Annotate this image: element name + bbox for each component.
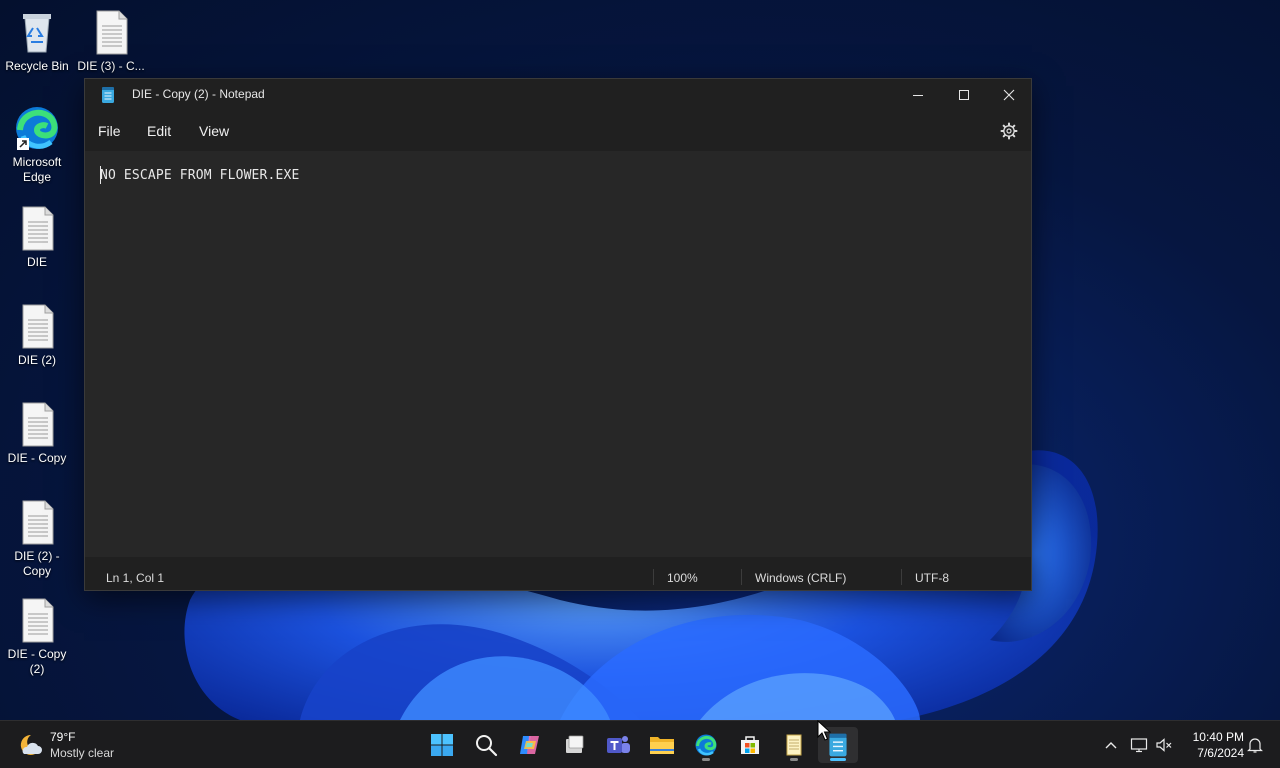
teams-button[interactable] [598, 727, 638, 763]
running-indicator [702, 758, 710, 761]
desktop-icon-label: DIE - Copy (2) [7, 647, 67, 676]
network-button[interactable] [1128, 721, 1150, 768]
chevron-up-icon [1105, 742, 1117, 749]
text-file-icon [22, 402, 54, 447]
title-bar[interactable]: DIE - Copy (2) - Notepad [85, 79, 1031, 111]
weather-temperature: 79°F [50, 730, 76, 744]
clock-time: 10:40 PM [1192, 730, 1244, 744]
desktop-icon-die-2-copy[interactable]: DIE (2) - Copy [0, 498, 74, 579]
desktop-icon-label: DIE [26, 255, 47, 269]
text-file-icon [96, 10, 128, 55]
weather-widget[interactable]: 79°F Mostly clear [16, 729, 156, 761]
desktop-icon-label: DIE (2) - Copy [14, 549, 60, 578]
active-indicator [830, 758, 846, 761]
network-icon [1130, 738, 1148, 753]
status-encoding[interactable]: UTF-8 [915, 571, 949, 585]
notification-icon [1247, 738, 1263, 753]
edge-icon [16, 107, 58, 150]
desktop-icon-label: DIE (3) - C... [77, 59, 145, 73]
status-line-ending[interactable]: Windows (CRLF) [755, 571, 846, 585]
store-icon [741, 736, 759, 754]
gear-icon[interactable] [1000, 122, 1018, 140]
text-editor[interactable]: NO ESCAPE FROM FLOWER.EXE [85, 151, 1031, 557]
edge-taskbar-button[interactable] [686, 727, 726, 763]
text-file-icon [22, 500, 54, 545]
task-view-icon [566, 735, 584, 753]
status-bar: Ln 1, Col 1 100% Windows (CRLF) UTF-8 [85, 557, 1031, 590]
desktop-icon-die-3-copy[interactable]: DIE (3) - C... [74, 8, 148, 74]
notepad-icon [102, 87, 114, 103]
mouse-pointer-icon [817, 720, 831, 741]
task-view-button[interactable] [554, 727, 594, 763]
search-icon [476, 735, 498, 757]
copilot-icon [520, 736, 539, 754]
close-button[interactable] [986, 79, 1032, 111]
volume-button[interactable] [1153, 721, 1175, 768]
notepad-window: DIE - Copy (2) - Notepad File Edit View [84, 78, 1032, 591]
copilot-button[interactable] [510, 727, 550, 763]
desktop-icon-die-copy-2[interactable]: DIE - Copy (2) [0, 596, 74, 677]
file-explorer-icon [650, 737, 674, 754]
status-divider [741, 569, 742, 585]
desktop-icon-label: Recycle Bin [5, 59, 69, 73]
minimize-button[interactable] [895, 79, 941, 111]
status-position: Ln 1, Col 1 [106, 571, 165, 585]
desktop-icon-label: DIE - Copy [7, 451, 67, 465]
minimize-icon [913, 95, 923, 96]
desktop-icon-die[interactable]: DIE [0, 204, 74, 270]
show-hidden-icons-button[interactable] [1100, 721, 1122, 768]
search-button[interactable] [466, 727, 506, 763]
desktop-icon-label: Microsoft Edge [12, 155, 62, 184]
status-divider [653, 569, 654, 585]
notepad-icon [829, 733, 847, 757]
menu-edit[interactable]: Edit [147, 123, 171, 139]
menu-bar: File Edit View [85, 111, 1031, 151]
moon-cloud-icon [20, 734, 42, 755]
maximize-button[interactable] [941, 79, 987, 111]
status-zoom[interactable]: 100% [667, 571, 698, 585]
editor-content[interactable]: NO ESCAPE FROM FLOWER.EXE [100, 168, 299, 183]
desktop-icon-die-copy[interactable]: DIE - Copy [0, 400, 74, 466]
desktop-icon-die-2[interactable]: DIE (2) [0, 302, 74, 368]
clock[interactable]: 10:40 PM 7/6/2024 [1180, 729, 1244, 761]
clock-date: 7/6/2024 [1197, 746, 1244, 760]
running-indicator [790, 758, 798, 761]
notification-button[interactable] [1244, 721, 1266, 768]
maximize-icon [959, 90, 969, 100]
status-divider [901, 569, 902, 585]
recycle-bin-icon [23, 14, 51, 53]
text-file-icon [22, 304, 54, 349]
edge-icon [695, 734, 717, 756]
weather-condition: Mostly clear [50, 746, 115, 760]
start-button[interactable] [422, 727, 462, 763]
store-button[interactable] [730, 727, 770, 763]
close-icon [1003, 89, 1015, 101]
notepad-classic-icon [786, 734, 802, 756]
text-file-icon [22, 598, 54, 643]
notepad-classic-button[interactable] [774, 727, 814, 763]
start-icon [431, 734, 453, 756]
text-file-icon [22, 206, 54, 251]
menu-view[interactable]: View [199, 123, 229, 139]
desktop-icon-microsoft-edge[interactable]: Microsoft Edge [0, 104, 74, 185]
desktop-icon-recycle-bin[interactable]: Recycle Bin [0, 8, 74, 74]
teams-icon [607, 736, 630, 753]
desktop-icon-label: DIE (2) [17, 353, 56, 367]
window-title: DIE - Copy (2) - Notepad [132, 87, 265, 101]
file-explorer-button[interactable] [642, 727, 682, 763]
menu-file[interactable]: File [98, 123, 121, 139]
taskbar: 79°F Mostly clear 10:40 PM 7/6/2024 [0, 720, 1280, 768]
volume-muted-icon [1156, 738, 1172, 752]
